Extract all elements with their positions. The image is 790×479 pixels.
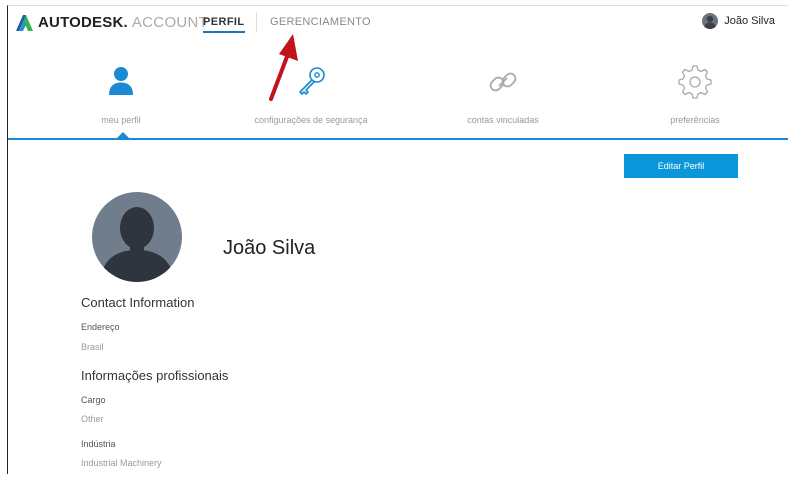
autodesk-logo-icon [16,14,33,31]
link-icon [408,65,598,99]
professional-section-title: Informações profissionais [81,368,229,383]
tab-configuracoes-seguranca[interactable]: configurações de segurança [216,40,406,138]
user-avatar [702,13,719,29]
brand-name: AUTODESK. [38,14,128,31]
profile-avatar [92,192,182,282]
role-label: Cargo [81,395,106,405]
edit-profile-button[interactable]: Editar Perfil [624,154,738,178]
tab-label: meu perfil [101,115,141,125]
tab-label: configurações de segurança [254,115,368,125]
tab-label: preferências [670,115,720,125]
user-icon [26,65,216,99]
product-name: ACCOUNT [131,14,209,31]
profile-name: João Silva [223,237,316,259]
profile-tabs: meu perfil configurações de segurança co… [8,40,788,138]
tab-preferencias[interactable]: preferências [600,40,788,138]
address-label: Endereço [81,322,120,332]
contact-section-title: Contact Information [81,295,195,310]
gear-icon [600,65,788,99]
nav-divider [256,12,257,32]
industry-label: Indústria [81,439,116,449]
nav-perfil[interactable]: PERFIL [203,16,245,33]
active-tab-pointer [116,132,130,139]
user-menu[interactable]: João Silva [702,13,775,29]
industry-value: Industrial Machinery [81,458,162,468]
account-page: AUTODESK. ACCOUNT PERFIL GERENCIAMENTO J… [7,5,788,474]
role-value: Other [81,414,104,424]
tab-meu-perfil[interactable]: meu perfil [26,40,216,138]
autodesk-logo[interactable]: AUTODESK. ACCOUNT [16,14,208,31]
tab-label: contas vinculadas [467,115,539,125]
address-value: Brasil [81,342,104,352]
nav-gerenciamento[interactable]: GERENCIAMENTO [270,16,371,28]
tab-contas-vinculadas[interactable]: contas vinculadas [408,40,598,138]
user-name: João Silva [724,15,775,27]
key-icon [216,65,406,99]
top-bar: AUTODESK. ACCOUNT PERFIL GERENCIAMENTO J… [8,6,788,40]
